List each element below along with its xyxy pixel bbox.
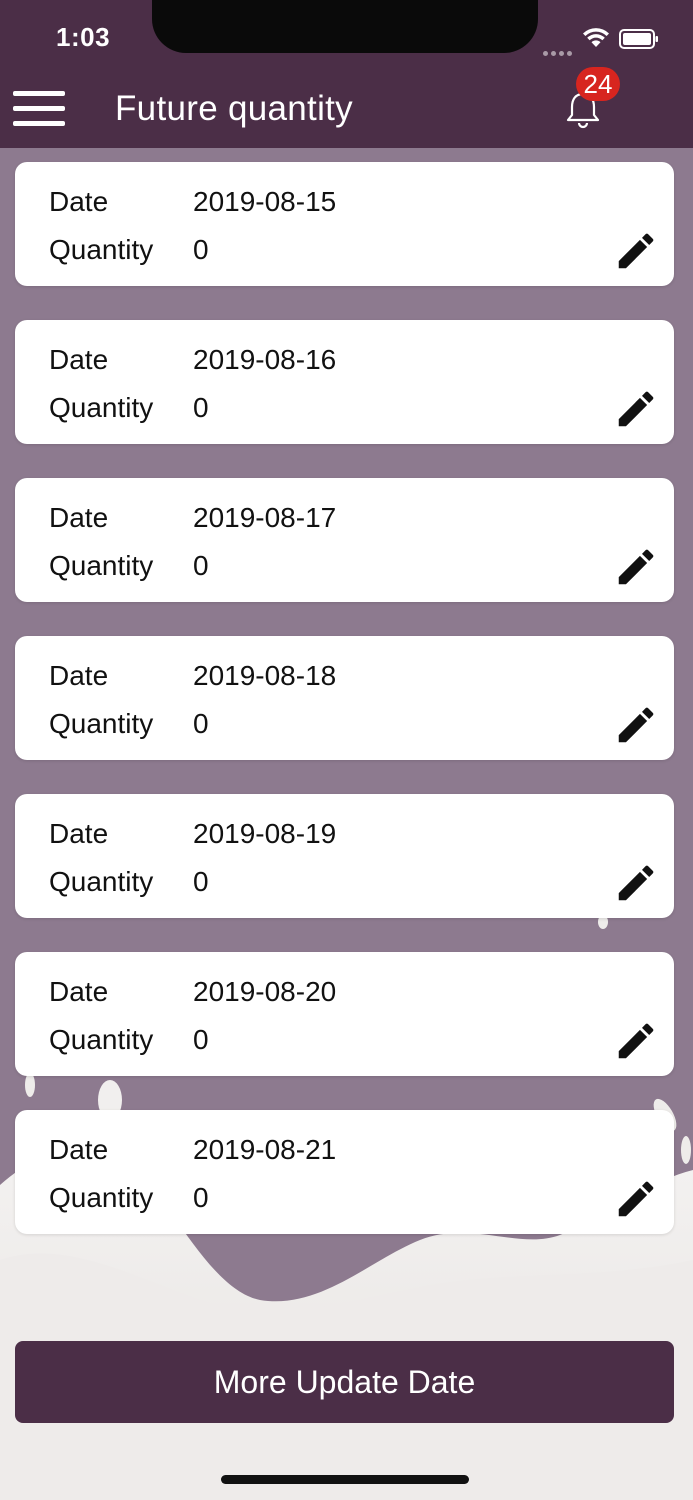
date-label: Date: [49, 1134, 109, 1165]
quantity-value: 0: [193, 1024, 209, 1055]
date-label: Date: [49, 502, 109, 533]
pencil-icon[interactable]: [613, 544, 659, 590]
date-label: Date: [49, 976, 109, 1007]
quantity-value: 0: [193, 1182, 209, 1213]
date-value: 2019-08-18: [193, 660, 337, 691]
date-value: 2019-08-19: [193, 818, 337, 849]
quantity-label: Quantity: [49, 1024, 154, 1055]
status-time: 1:03: [56, 22, 111, 52]
cellular-signal-icon: [543, 43, 575, 61]
quantity-value: 0: [193, 550, 209, 581]
list-item: Date 2019-08-21 Quantity 0: [15, 1110, 674, 1234]
more-update-date-button[interactable]: More Update Date: [15, 1341, 674, 1423]
list-item: Date 2019-08-17 Quantity 0: [15, 478, 674, 602]
date-label: Date: [49, 660, 109, 691]
pencil-icon[interactable]: [613, 1018, 659, 1064]
list-item: Date 2019-08-20 Quantity 0: [15, 952, 674, 1076]
quantity-label: Quantity: [49, 866, 154, 897]
quantity-value: 0: [193, 866, 209, 897]
list-item: Date 2019-08-19 Quantity 0: [15, 794, 674, 918]
date-label: Date: [49, 818, 109, 849]
quantity-label: Quantity: [49, 234, 154, 265]
device-notch: [152, 0, 538, 53]
date-label: Date: [49, 186, 109, 217]
app-header: Future quantity 24: [0, 67, 693, 148]
quantity-value: 0: [193, 392, 209, 423]
pencil-icon[interactable]: [613, 386, 659, 432]
quantity-value: 0: [193, 234, 209, 265]
quantity-value: 0: [193, 708, 209, 739]
quantity-label: Quantity: [49, 550, 154, 581]
quantity-label: Quantity: [49, 1182, 154, 1213]
quantity-label: Quantity: [49, 708, 154, 739]
pencil-icon[interactable]: [613, 228, 659, 274]
pencil-icon[interactable]: [613, 702, 659, 748]
app-screen: 1:03 Future quantity 24 Date 2019-08-15 …: [0, 0, 693, 1500]
date-label: Date: [49, 344, 109, 375]
date-value: 2019-08-15: [193, 186, 337, 217]
list-item: Date 2019-08-15 Quantity 0: [15, 162, 674, 286]
notification-badge: 24: [576, 67, 620, 101]
date-value: 2019-08-16: [193, 344, 337, 375]
pencil-icon[interactable]: [613, 860, 659, 906]
list-item: Date 2019-08-18 Quantity 0: [15, 636, 674, 760]
home-indicator: [221, 1475, 469, 1484]
battery-icon: [619, 29, 658, 49]
status-bar: 1:03: [0, 0, 693, 70]
page-title: Future quantity: [115, 89, 353, 128]
pencil-icon[interactable]: [613, 1176, 659, 1222]
date-value: 2019-08-20: [193, 976, 337, 1007]
hamburger-menu-icon[interactable]: [13, 88, 67, 128]
list-item: Date 2019-08-16 Quantity 0: [15, 320, 674, 444]
quantity-label: Quantity: [49, 392, 154, 423]
wifi-icon: [583, 28, 609, 47]
date-value: 2019-08-21: [193, 1134, 337, 1165]
date-value: 2019-08-17: [193, 502, 337, 533]
